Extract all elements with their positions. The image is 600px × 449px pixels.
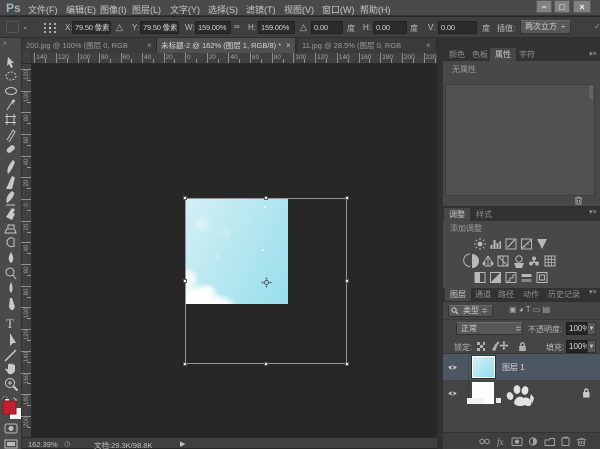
svg-text:T: T	[6, 316, 14, 331]
svg-text:fx: fx	[497, 437, 504, 447]
